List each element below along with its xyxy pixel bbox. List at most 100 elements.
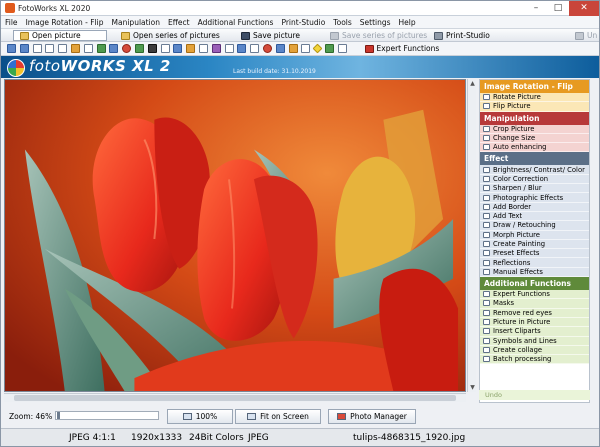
scroll-up-icon[interactable]: ▲ — [469, 80, 476, 87]
panel-item-label: Insert Cliparts — [493, 327, 541, 336]
expert-functions-button[interactable]: Expert Functions — [364, 43, 440, 54]
undo-button[interactable]: Un — [575, 30, 597, 41]
flip-icon[interactable] — [45, 44, 55, 53]
panel-item[interactable]: Rotate Picture — [480, 93, 589, 103]
sharpen-icon[interactable] — [134, 44, 144, 53]
save-picture-label: Save picture — [253, 31, 300, 40]
star-icon[interactable] — [312, 43, 323, 54]
menu-help[interactable]: Help — [399, 18, 416, 27]
menu-tools[interactable]: Tools — [333, 18, 351, 27]
undo-icon — [575, 31, 584, 40]
print-studio-label: Print-Studio — [446, 31, 490, 40]
image-canvas[interactable] — [4, 79, 466, 392]
scroll-down-icon[interactable]: ▼ — [469, 384, 476, 391]
mirror-icon[interactable] — [58, 44, 68, 53]
panel-item[interactable]: Add Border — [480, 202, 589, 212]
panel-item[interactable]: Batch processing — [480, 355, 589, 365]
clipart-icon[interactable] — [288, 44, 298, 53]
panel-item-icon — [483, 135, 490, 142]
undo-panel-button[interactable]: Undo — [479, 390, 590, 400]
panel-item[interactable]: Morph Picture — [480, 230, 589, 240]
panel-item[interactable]: Symbols and Lines — [480, 336, 589, 346]
menu-image-rotation[interactable]: Image Rotation - Flip — [26, 18, 104, 27]
save-picture-button[interactable]: Save picture — [241, 30, 300, 41]
floppy-icon — [330, 31, 339, 40]
open-series-button[interactable]: Open series of pictures — [121, 30, 220, 41]
reflection-icon[interactable] — [237, 44, 247, 53]
panel-item[interactable]: Photographic Effects — [480, 193, 589, 203]
rotate-right-icon[interactable] — [19, 44, 29, 53]
color-icon[interactable] — [122, 44, 132, 53]
panel-item-label: Manual Effects — [493, 267, 543, 276]
panel-item[interactable]: Remove red eyes — [480, 308, 589, 318]
panel-item-label: Crop Picture — [493, 124, 535, 133]
menu-bar: File Image Rotation - Flip Manipulation … — [1, 16, 599, 28]
menu-effect[interactable]: Effect — [168, 18, 190, 27]
resize-icon[interactable] — [83, 44, 93, 53]
panel-item[interactable]: Expert Functions — [480, 290, 589, 300]
panel-item[interactable]: Flip Picture — [480, 102, 589, 112]
panel-item-label: Sharpen / Blur — [493, 184, 542, 193]
panel-item[interactable]: Masks — [480, 299, 589, 309]
symbols-icon[interactable] — [301, 44, 311, 53]
panel-item[interactable]: Add Text — [480, 211, 589, 222]
horizontal-scroll-thumb[interactable] — [14, 395, 456, 401]
fit-on-screen-button[interactable]: Fit on Screen — [235, 409, 321, 424]
draw-icon[interactable] — [186, 44, 196, 53]
panel-item-label: Add Border — [493, 202, 532, 211]
rotate-free-icon[interactable] — [32, 44, 42, 53]
text-icon[interactable] — [173, 44, 183, 53]
panel-item[interactable]: Manual Effects — [480, 267, 589, 278]
painting-icon[interactable] — [211, 44, 221, 53]
panel-item[interactable]: Crop Picture — [480, 124, 589, 134]
panel-item[interactable]: Sharpen / Blur — [480, 184, 589, 194]
panel-item[interactable]: Insert Cliparts — [480, 327, 589, 337]
panel-item-label: Preset Effects — [493, 249, 540, 258]
manual-effects-icon[interactable] — [250, 44, 260, 53]
menu-settings[interactable]: Settings — [360, 18, 391, 27]
panel-item[interactable]: Preset Effects — [480, 249, 589, 259]
batch-icon[interactable] — [337, 44, 347, 53]
panel-item[interactable]: Auto enhancing — [480, 143, 589, 153]
panel-item-icon — [483, 144, 490, 151]
red-eye-icon[interactable] — [262, 44, 272, 53]
menu-manipulation[interactable]: Manipulation — [112, 18, 160, 27]
collage-icon[interactable] — [324, 44, 334, 53]
print-studio-button[interactable]: Print-Studio — [434, 30, 490, 41]
morph-icon[interactable] — [198, 44, 208, 53]
zoom-100-button[interactable]: 100% — [167, 409, 233, 424]
brightness-icon[interactable] — [109, 44, 119, 53]
menu-additional-functions[interactable]: Additional Functions — [198, 18, 274, 27]
vertical-scrollbar[interactable]: ▲ ▼ — [467, 79, 476, 392]
panel-item[interactable]: Color Correction — [480, 174, 589, 185]
zoom-slider-thumb[interactable] — [57, 412, 60, 419]
maximize-icon[interactable]: □ — [547, 1, 569, 16]
auto-enhance-icon[interactable] — [96, 44, 106, 53]
preset-icon[interactable] — [224, 44, 234, 53]
zoom-slider[interactable] — [55, 411, 159, 420]
close-icon[interactable]: ✕ — [569, 1, 599, 16]
panel-item[interactable]: Create Painting — [480, 239, 589, 250]
panel-item[interactable]: Picture in Picture — [480, 317, 589, 328]
build-date: Last build date: 31.10.2019 — [233, 68, 316, 75]
photo-manager-button[interactable]: Photo Manager — [328, 409, 416, 424]
photo-effects-icon[interactable] — [147, 44, 157, 53]
minimize-icon[interactable]: – — [525, 1, 547, 16]
picture-in-picture-icon[interactable] — [275, 44, 285, 53]
panel-item[interactable]: Change Size — [480, 133, 589, 144]
rotate-left-icon[interactable] — [7, 44, 16, 53]
crop-icon[interactable] — [70, 44, 80, 53]
panel-item[interactable]: Brightness/ Contrast/ Color — [480, 165, 589, 175]
status-format: JPEG 4:1:1 — [69, 433, 116, 443]
menu-file[interactable]: File — [5, 18, 18, 27]
panel-item[interactable]: Reflections — [480, 258, 589, 268]
border-icon[interactable] — [160, 44, 170, 53]
horizontal-scrollbar[interactable] — [4, 393, 466, 402]
save-series-button[interactable]: Save series of pictures — [330, 30, 427, 41]
panel-item[interactable]: Create collage — [480, 345, 589, 356]
panel-item[interactable]: Draw / Retouching — [480, 221, 589, 231]
expert-functions-label: Expert Functions — [376, 44, 440, 53]
fit-screen-icon — [247, 413, 257, 420]
open-picture-button[interactable]: Open picture — [13, 30, 107, 41]
menu-print-studio[interactable]: Print-Studio — [281, 18, 325, 27]
